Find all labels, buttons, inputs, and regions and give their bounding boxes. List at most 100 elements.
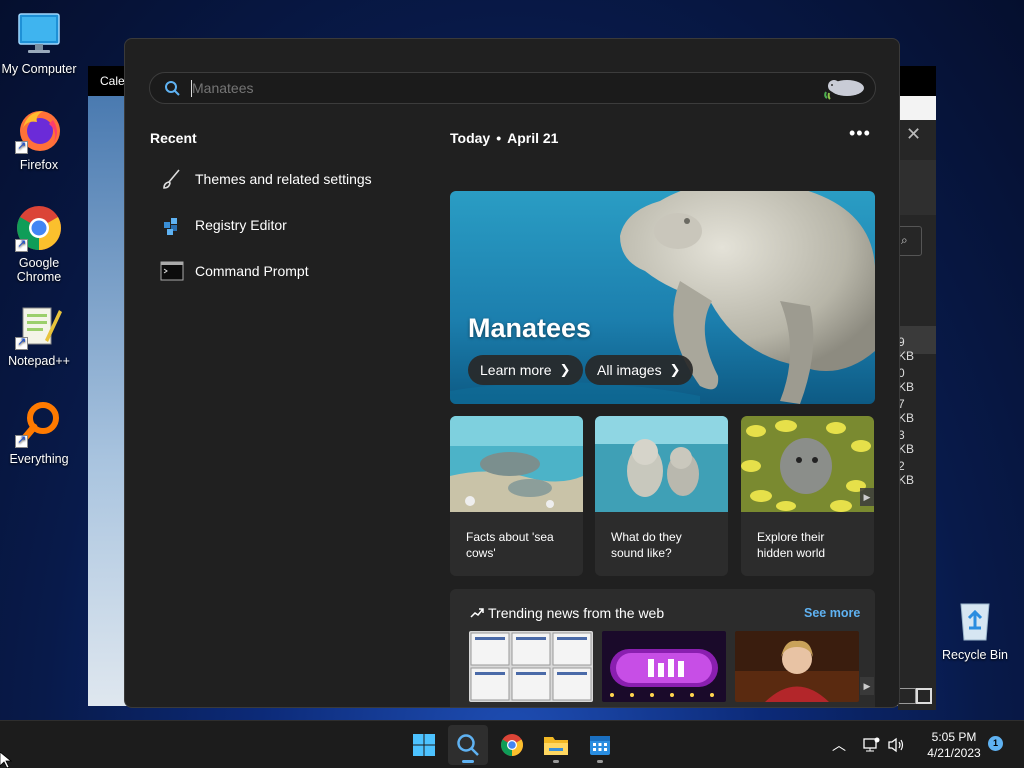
mouse-pointer-icon [0,752,12,768]
active-indicator [462,760,474,763]
trending-title: Trending news from the web [488,605,665,621]
desktop-icon-label: Google Chrome [16,256,62,284]
chrome-icon [501,734,523,756]
file-size: 7 KB [898,397,915,425]
trending-heading: Trending news from the web [470,605,664,621]
desktop-icon-firefox[interactable]: Firefox [0,106,78,172]
recent-item-themes[interactable]: Themes and related settings [149,161,409,197]
desktop-icon-chrome[interactable]: Google Chrome [0,204,78,284]
manatee-underwater-image [450,416,583,512]
desktop-icon-recycle-bin[interactable]: Recycle Bin [936,596,1014,662]
manatee-leaves-image [741,416,874,512]
windows-logo-icon [413,734,435,756]
desktop-icon-everything[interactable]: Everything [0,400,78,466]
folder-icon [544,737,568,755]
registry-editor-icon [159,212,185,238]
everything-icon [15,400,63,448]
shortcut-arrow-icon [15,433,28,448]
clock-date: 4/21/2023 [927,746,981,760]
tiles-view-button[interactable] [916,688,932,704]
desktop-icon-label: My Computer [1,62,77,76]
see-more-link[interactable]: See more [804,606,860,620]
chrome-icon [15,204,63,252]
search-input[interactable] [192,78,792,98]
trending-next-button[interactable]: ▶ [860,677,874,695]
more-options-icon[interactable]: ••• [849,123,871,144]
taskbar-chrome-button[interactable] [492,725,532,765]
start-button[interactable] [404,725,444,765]
recent-heading: Recent [150,130,197,146]
recycle-bin-icon [951,596,999,644]
chevron-up-icon: ︿ [832,737,846,753]
system-clock[interactable]: 5:05 PM 4/21/2023 [918,729,990,761]
search-icon [165,81,180,96]
card-caption: What do they sound like? [611,530,682,560]
recent-item-label: Themes and related settings [195,171,372,187]
desktop-icon-label: Everything [9,452,69,466]
recent-item-registry-editor[interactable]: Registry Editor [149,207,409,243]
desktop-icon-label: Notepad++ [8,354,70,368]
chevron-right-icon: ❯ [559,362,571,377]
search-box[interactable] [149,72,876,104]
close-icon[interactable]: ✕ [906,124,921,145]
shortcut-arrow-icon [15,237,28,252]
desktop-icon-label: Firefox [19,158,59,172]
calendar-icon [590,736,610,755]
manatees-pair-image [595,416,728,512]
firefox-icon [15,106,63,154]
background-window-wallpaper [88,96,128,706]
search-icon [457,734,479,756]
card-caption: Facts about 'sea cows' [466,530,554,560]
desktop-icon-my-computer[interactable]: My Computer [0,10,78,76]
file-size: 0 KB [898,366,915,394]
news-thumb-pills[interactable] [469,631,593,702]
news-thumb-lyft[interactable] [602,631,726,702]
trending-up-icon [470,608,484,618]
paintbrush-icon [159,166,185,192]
recent-item-command-prompt[interactable]: Command Prompt [149,253,409,289]
show-hidden-icons-button[interactable]: ︿ [832,721,846,768]
card-hidden-world[interactable]: Explore their hidden world [741,416,874,576]
today-heading: Today • April 21 [450,130,558,146]
file-size: 9 KB [898,335,915,363]
learn-more-button[interactable]: Learn more ❯ [468,355,583,385]
command-prompt-icon [159,258,185,284]
background-explorer-window: ✕ ⌕ 9 KB 0 KB 7 KB 3 KB 2 KB [896,120,936,710]
learn-more-label: Learn more [480,362,552,378]
chevron-right-icon: ❯ [669,362,681,377]
clock-time: 5:05 PM [931,730,977,744]
desktop-icon-notepadpp[interactable]: Notepad++ [0,302,78,368]
notification-badge[interactable]: 1 [988,736,1003,751]
taskbar: ︿ 5:05 PM 4/21/2023 [0,720,1024,768]
all-images-button[interactable]: All images ❯ [585,355,693,385]
separator-dot: • [496,130,502,146]
taskbar-file-explorer-button[interactable] [536,725,576,765]
recent-item-label: Registry Editor [195,217,287,233]
volume-icon[interactable] [887,721,905,768]
network-icon[interactable] [862,721,880,768]
search-icon: ⌕ [901,233,908,247]
running-indicator [597,760,603,763]
desktop-icon-label: Recycle Bin [942,648,1008,662]
all-images-label: All images [597,362,662,378]
hero-card[interactable]: Manatees Learn more ❯ All images ❯ [450,191,875,404]
search-flyout: Recent Themes and related settings Regis… [124,38,900,708]
shortcut-arrow-icon [15,335,28,350]
details-view-button[interactable] [898,688,916,704]
monitor-icon [15,10,63,58]
file-size: 2 KB [898,459,915,487]
news-thumb-portrait[interactable] [735,631,859,702]
date-label: April 21 [507,130,559,146]
manatee-illustration-icon[interactable] [823,76,867,100]
trending-section: Trending news from the web See more [450,589,875,707]
hero-title: Manatees [468,313,592,343]
explorer-header [898,160,936,215]
recent-item-label: Command Prompt [195,263,309,279]
card-sound[interactable]: What do they sound like? [595,416,728,576]
taskbar-calendar-button[interactable] [580,725,620,765]
shortcut-arrow-icon [15,139,28,154]
taskbar-search-button[interactable] [448,725,488,765]
cards-next-button[interactable]: ▶ [860,488,874,506]
file-size: 3 KB [898,428,915,456]
card-facts[interactable]: Facts about 'sea cows' [450,416,583,576]
